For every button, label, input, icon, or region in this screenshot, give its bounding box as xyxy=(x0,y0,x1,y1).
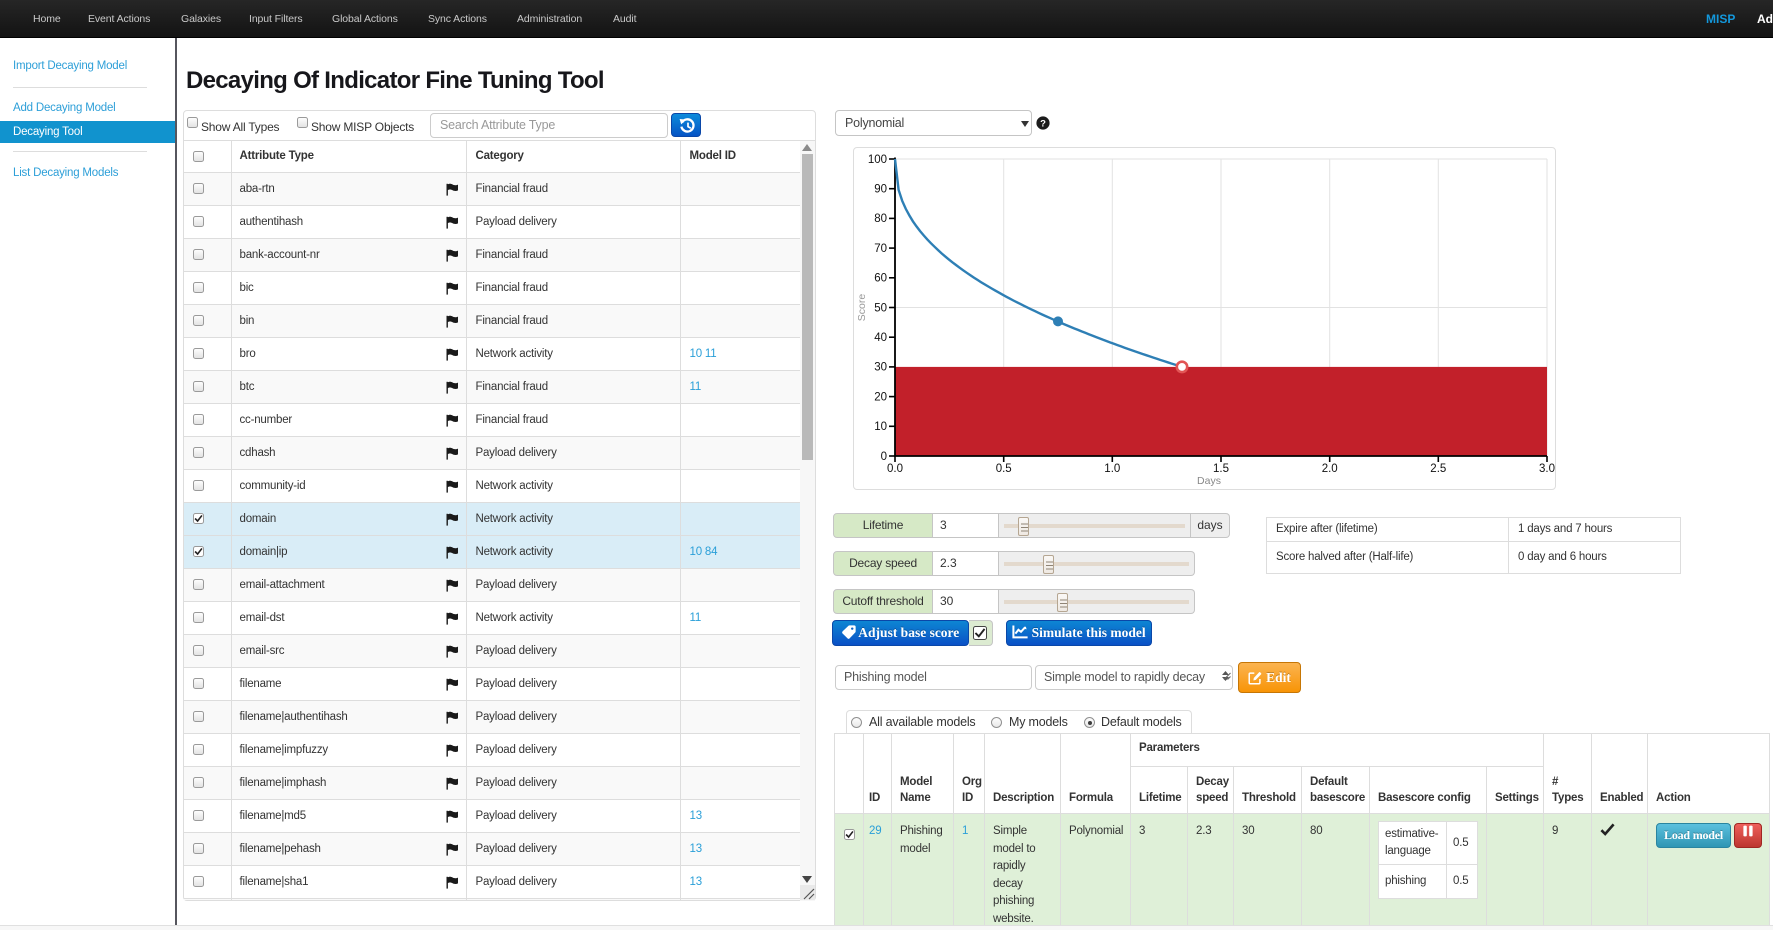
svg-text:0.5: 0.5 xyxy=(996,463,1012,475)
svg-text:1.5: 1.5 xyxy=(1213,463,1229,475)
svg-text:100: 100 xyxy=(868,154,887,166)
svg-text:20: 20 xyxy=(874,391,887,403)
svg-text:3.0: 3.0 xyxy=(1539,463,1555,475)
svg-text:90: 90 xyxy=(874,184,887,196)
svg-text:40: 40 xyxy=(874,332,887,344)
svg-text:Score: Score xyxy=(856,294,868,322)
svg-text:70: 70 xyxy=(874,243,887,255)
svg-text:60: 60 xyxy=(874,273,887,285)
svg-text:10: 10 xyxy=(874,421,887,433)
svg-text:?: ? xyxy=(1040,118,1046,129)
svg-text:0: 0 xyxy=(881,451,887,463)
svg-text:50: 50 xyxy=(874,302,887,314)
svg-text:0.0: 0.0 xyxy=(887,463,903,475)
svg-text:2.5: 2.5 xyxy=(1430,463,1446,475)
svg-text:Days: Days xyxy=(1197,475,1221,487)
svg-text:2.0: 2.0 xyxy=(1322,463,1338,475)
svg-text:30: 30 xyxy=(874,362,887,374)
svg-text:1.0: 1.0 xyxy=(1104,463,1120,475)
svg-text:80: 80 xyxy=(874,213,887,225)
